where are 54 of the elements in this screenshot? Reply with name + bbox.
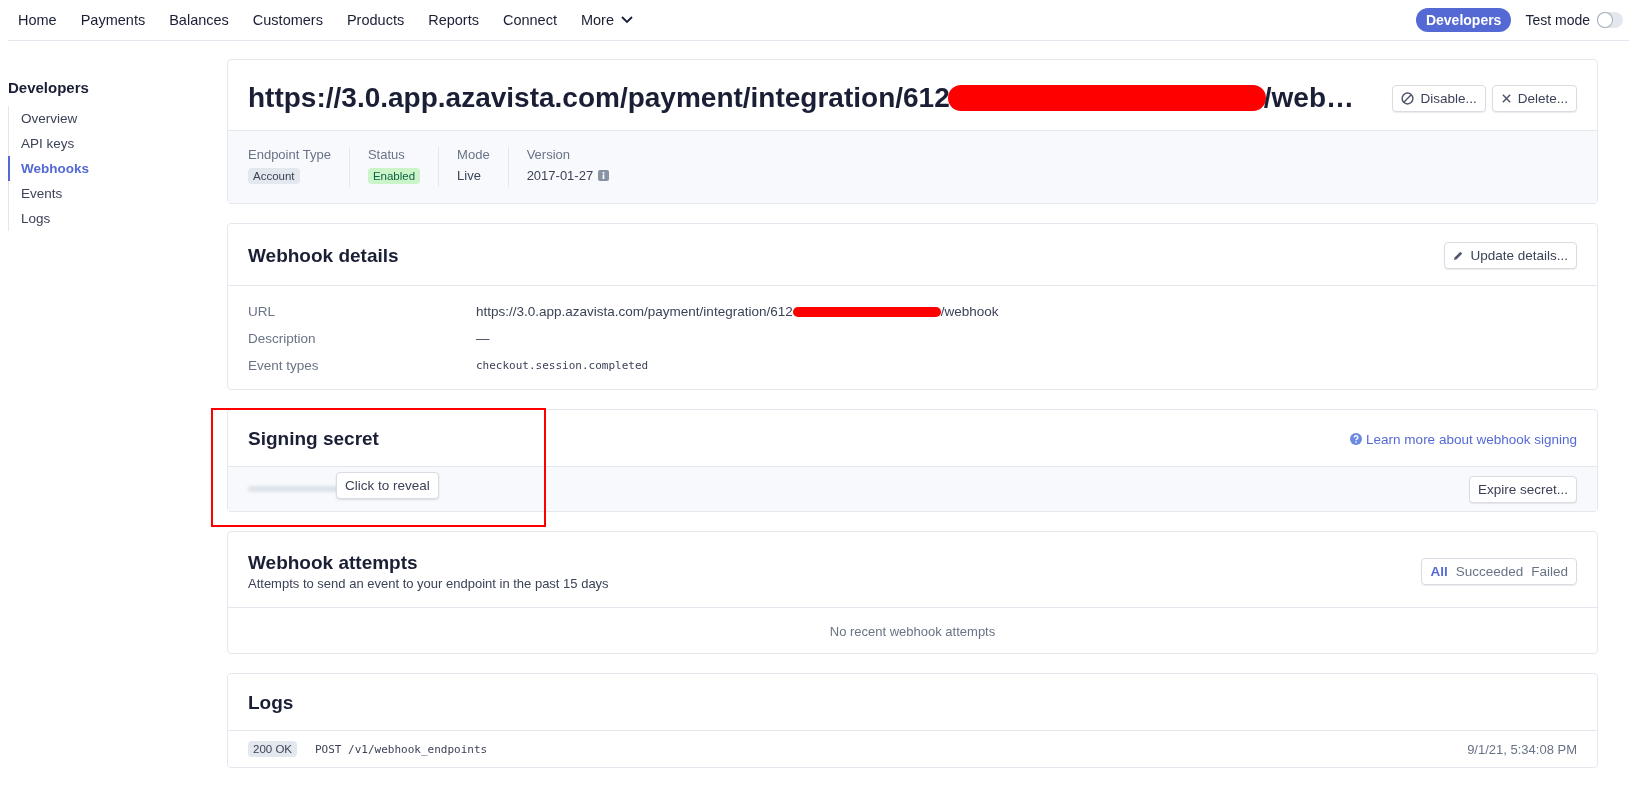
nav-link[interactable]: More	[580, 12, 633, 28]
nav-link[interactable]: Payments	[80, 12, 146, 28]
nav-link[interactable]: Products	[346, 12, 405, 28]
nav-link[interactable]: Connect	[502, 12, 557, 28]
disable-icon	[1401, 91, 1415, 105]
section-title: Webhook attempts	[248, 552, 419, 574]
nav-link[interactable]: Home	[18, 12, 57, 28]
detail-value: checkout.session.completed	[476, 359, 649, 372]
nav-link[interactable]: Balances	[169, 12, 229, 28]
meta-label: Mode	[457, 147, 490, 162]
delete-button[interactable]: Delete...	[1491, 84, 1577, 112]
meta-label: Endpoint Type	[248, 147, 331, 162]
expire-secret-button[interactable]: Expire secret...	[1468, 475, 1577, 503]
detail-value: —	[476, 331, 490, 346]
help-icon	[1350, 433, 1363, 445]
status-badge: Enabled	[367, 168, 421, 184]
detail-label: Event types	[248, 358, 320, 373]
meta-label: Status	[367, 147, 406, 162]
nav-link[interactable]: Customers	[252, 12, 323, 28]
endpoint-url-title: https://3.0.app.azavista.com/payment/integration/612 /web…	[248, 82, 1354, 114]
test-mode-toggle[interactable]	[1597, 12, 1623, 28]
section-title: Webhook details	[248, 244, 399, 267]
meta-label: Version	[526, 147, 571, 162]
section-title: Logs	[248, 692, 294, 714]
filter-tab[interactable]: Failed	[1531, 564, 1568, 579]
empty-message: No recent webhook attempts	[829, 624, 996, 639]
update-details-button[interactable]: Update details...	[1444, 242, 1577, 269]
reveal-button[interactable]: Click to reveal	[336, 472, 439, 499]
info-icon[interactable]	[598, 170, 610, 181]
filter-tab[interactable]: All	[1430, 564, 1448, 579]
detail-url: https://3.0.app.azavista.com/payment/integration/612 /webhook	[476, 304, 999, 319]
filter-tab[interactable]: Succeeded	[1455, 564, 1524, 579]
developers-button[interactable]: Developers	[1415, 8, 1512, 32]
log-time: 9/1/21, 5:34:08 PM	[1467, 741, 1577, 757]
sidebar-item[interactable]: Logs	[8, 206, 227, 231]
section-subtitle: Attempts to send an event to your endpoint in the past 15 days	[248, 576, 609, 591]
detail-label: URL	[248, 304, 276, 319]
close-icon	[1500, 92, 1512, 104]
pencil-icon	[1453, 250, 1465, 261]
log-request[interactable]: POST /v1/webhook_endpoints	[315, 742, 488, 756]
sidebar-title: Developers	[8, 79, 90, 96]
nav-link[interactable]: Reports	[428, 12, 479, 28]
meta-value: 2017-01-27	[526, 168, 594, 183]
disable-button[interactable]: Disable...	[1392, 84, 1486, 112]
status-badge: 200 OK	[248, 741, 297, 757]
learn-more-link[interactable]: Learn more about webhook signing	[1350, 431, 1577, 447]
endpoint-type-tag: Account	[248, 168, 300, 184]
detail-label: Description	[248, 331, 317, 346]
test-mode-label: Test mode	[1525, 12, 1590, 28]
sidebar-item[interactable]: Events	[8, 181, 227, 206]
meta-value: Live	[457, 168, 482, 183]
sidebar-item[interactable]: API keys	[8, 131, 227, 156]
section-title: Signing secret	[248, 428, 379, 450]
sidebar-item[interactable]: Overview	[8, 106, 227, 131]
